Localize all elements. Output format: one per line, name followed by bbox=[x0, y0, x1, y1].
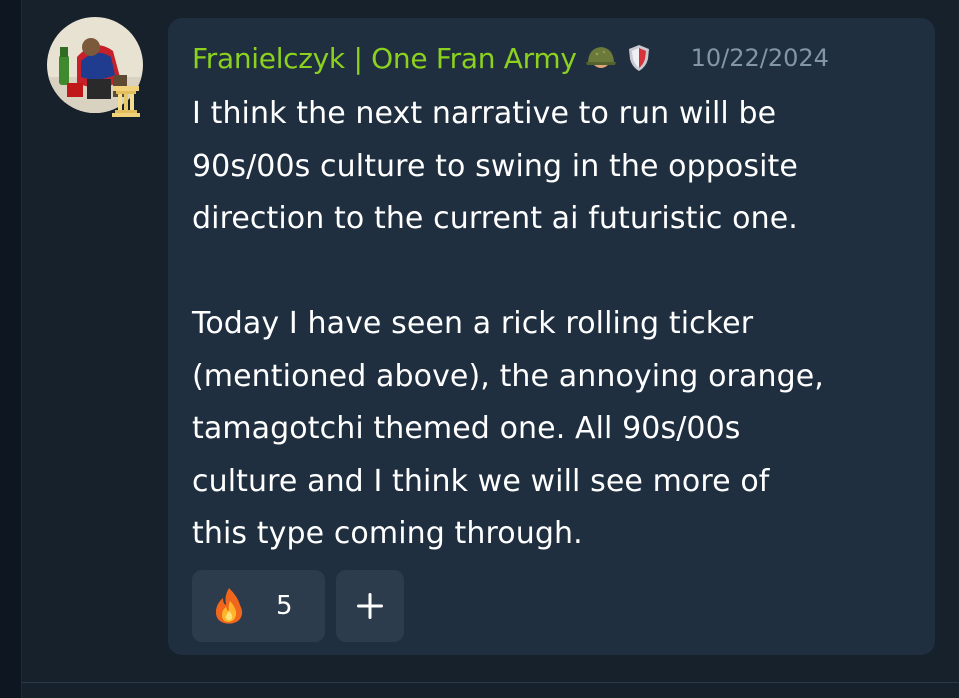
message-text: I think the next narrative to run will b… bbox=[192, 88, 922, 561]
reaction-count: 5 bbox=[276, 591, 293, 621]
divider bbox=[22, 682, 959, 683]
helmet-icon bbox=[585, 47, 616, 68]
message-paragraph: I think the next narrative to run will b… bbox=[192, 96, 798, 236]
plus-icon bbox=[357, 593, 383, 619]
reaction-fire-button[interactable]: 5 bbox=[192, 570, 325, 642]
message-header: Franielczyk | One Fran Army 10/22/2024 bbox=[192, 38, 829, 78]
message-paragraph: Today I have seen a rick rolling ticker … bbox=[192, 306, 824, 551]
timestamp: 10/22/2024 bbox=[690, 44, 829, 72]
sidebar-edge bbox=[21, 0, 22, 698]
reactions-bar: 5 bbox=[192, 570, 404, 642]
shield-icon bbox=[628, 45, 649, 71]
pillar-icon bbox=[112, 86, 140, 117]
author-name[interactable]: Franielczyk | One Fran Army bbox=[192, 42, 577, 75]
add-reaction-button[interactable] bbox=[336, 570, 404, 642]
fire-icon bbox=[215, 588, 243, 624]
left-sidebar-strip bbox=[0, 0, 22, 698]
